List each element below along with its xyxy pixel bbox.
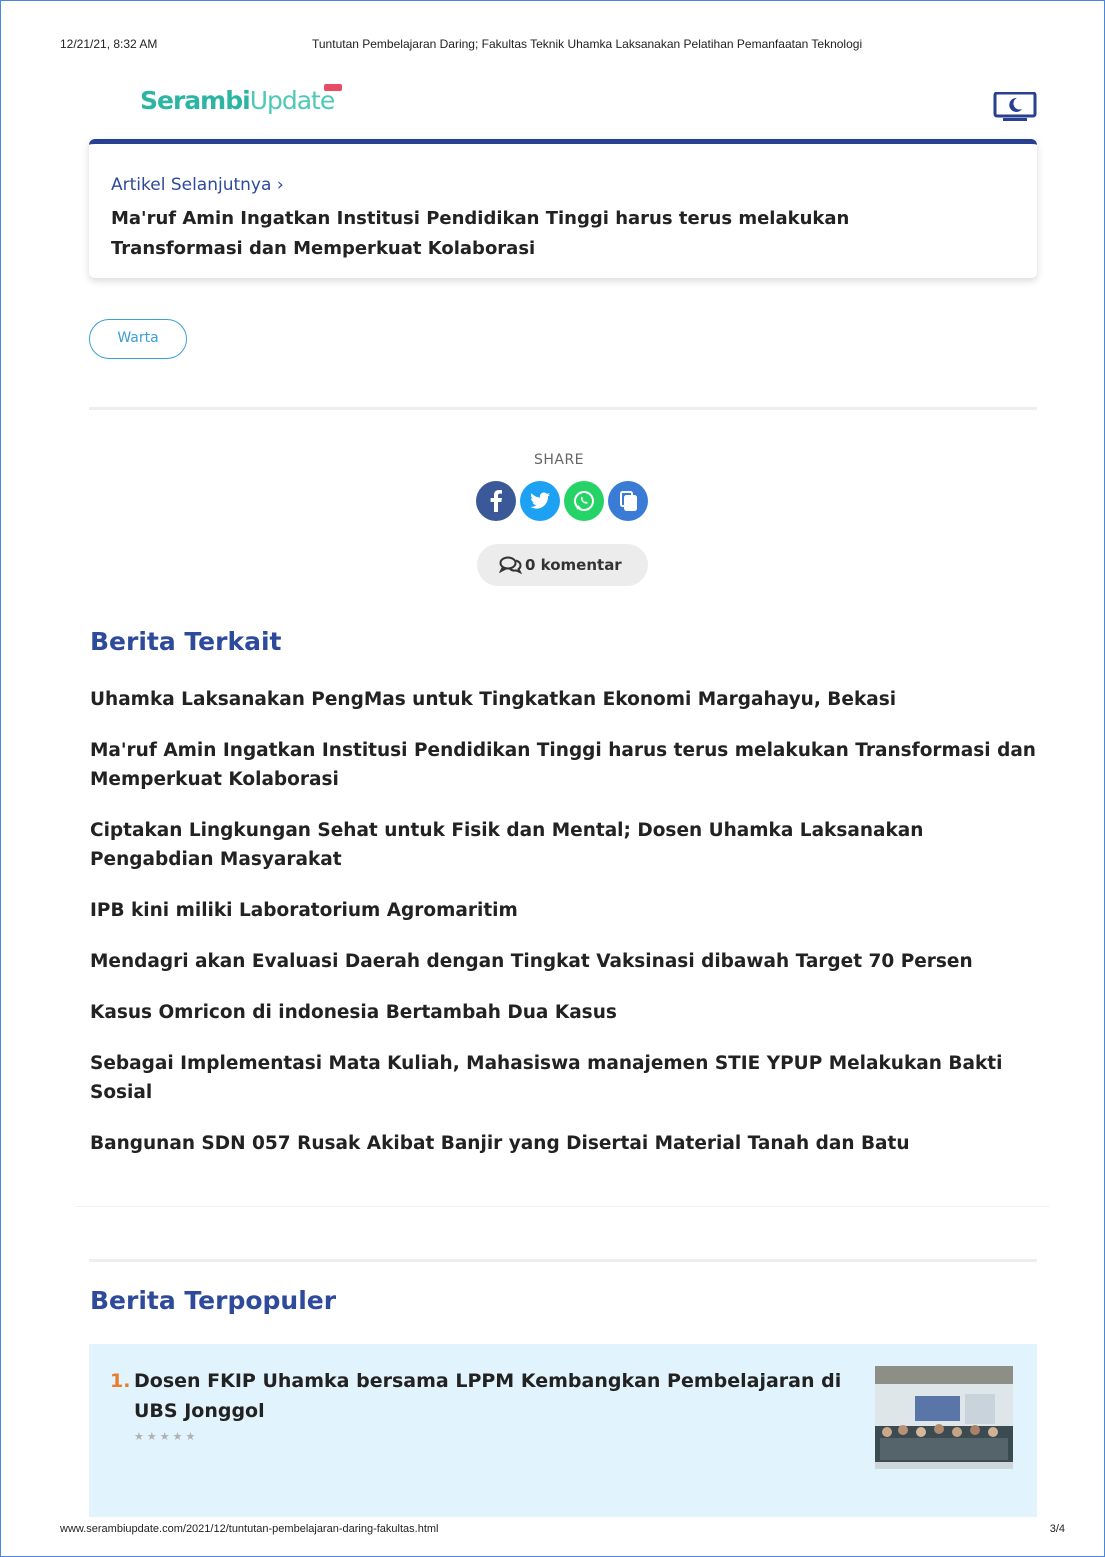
moon-monitor-icon <box>993 91 1037 121</box>
twitter-share-button[interactable] <box>520 481 560 521</box>
twitter-icon <box>530 492 550 509</box>
popular-news-title: Berita Terpopuler <box>90 1286 337 1315</box>
popular-news-list: 1. Dosen FKIP Uhamka bersama LPPM Kemban… <box>89 1344 1037 1517</box>
comments-count: 0 komentar <box>525 556 622 574</box>
popular-rank: 1. <box>110 1370 131 1392</box>
news-thumbnail[interactable] <box>875 1366 1013 1469</box>
facebook-icon <box>490 490 502 512</box>
related-news-item[interactable]: Uhamka Laksanakan PengMas untuk Tingkatk… <box>90 685 1040 714</box>
whatsapp-share-button[interactable] <box>564 481 604 521</box>
related-news-item[interactable]: Ciptakan Lingkungan Sehat untuk Fisik da… <box>90 816 1040 874</box>
related-news-item[interactable]: Kasus Omricon di indonesia Bertambah Dua… <box>90 998 1040 1027</box>
facebook-share-button[interactable] <box>476 481 516 521</box>
comments-button[interactable]: 0 komentar <box>477 544 648 586</box>
related-news-item[interactable]: IPB kini miliki Laboratorium Agromaritim <box>90 896 1040 925</box>
logo-text-light: Update <box>249 86 336 115</box>
popular-news-title-link[interactable]: Dosen FKIP Uhamka bersama LPPM Kembangka… <box>134 1366 854 1426</box>
copy-icon <box>620 491 637 511</box>
print-date: 12/21/21, 8:32 AM <box>60 37 158 51</box>
next-article-title[interactable]: Ma'ruf Amin Ingatkan Institusi Pendidika… <box>111 204 971 264</box>
print-url: www.serambiupdate.com/2021/12/tuntutan-p… <box>60 1523 439 1535</box>
related-news-item[interactable]: Sebagai Implementasi Mata Kuliah, Mahasi… <box>90 1049 1040 1107</box>
logo-badge <box>324 84 343 91</box>
comments-icon <box>499 556 523 575</box>
page-number: 3/4 <box>1049 1523 1065 1535</box>
rating-stars: ★★★★★ <box>134 1430 199 1443</box>
copy-link-button[interactable] <box>608 481 648 521</box>
print-doc-title: Tuntutan Pembelajaran Daring; Fakultas T… <box>312 37 863 51</box>
related-news-item[interactable]: Ma'ruf Amin Ingatkan Institusi Pendidika… <box>90 736 1040 794</box>
related-news-item[interactable]: Mendagri akan Evaluasi Daerah dengan Tin… <box>90 947 1040 976</box>
divider <box>89 1259 1037 1262</box>
next-article-label[interactable]: Artikel Selanjutnya › <box>111 175 284 195</box>
whatsapp-icon <box>574 491 594 511</box>
dark-mode-toggle-button[interactable] <box>993 91 1037 122</box>
related-news-list: Uhamka Laksanakan PengMas untuk Tingkatk… <box>90 685 1040 1180</box>
share-label: SHARE <box>533 452 585 468</box>
tag-warta[interactable]: Warta <box>89 319 187 359</box>
next-article-card[interactable]: Artikel Selanjutnya › Ma'ruf Amin Ingatk… <box>89 139 1037 278</box>
logo-text-bold: Serambi <box>140 86 251 115</box>
related-news-title: Berita Terkait <box>90 627 282 656</box>
related-news-item[interactable]: Bangunan SDN 057 Rusak Akibat Banjir yan… <box>90 1129 1040 1158</box>
divider <box>89 407 1037 410</box>
divider <box>75 1206 1050 1207</box>
site-logo[interactable]: SerambiUpdate <box>140 84 343 115</box>
